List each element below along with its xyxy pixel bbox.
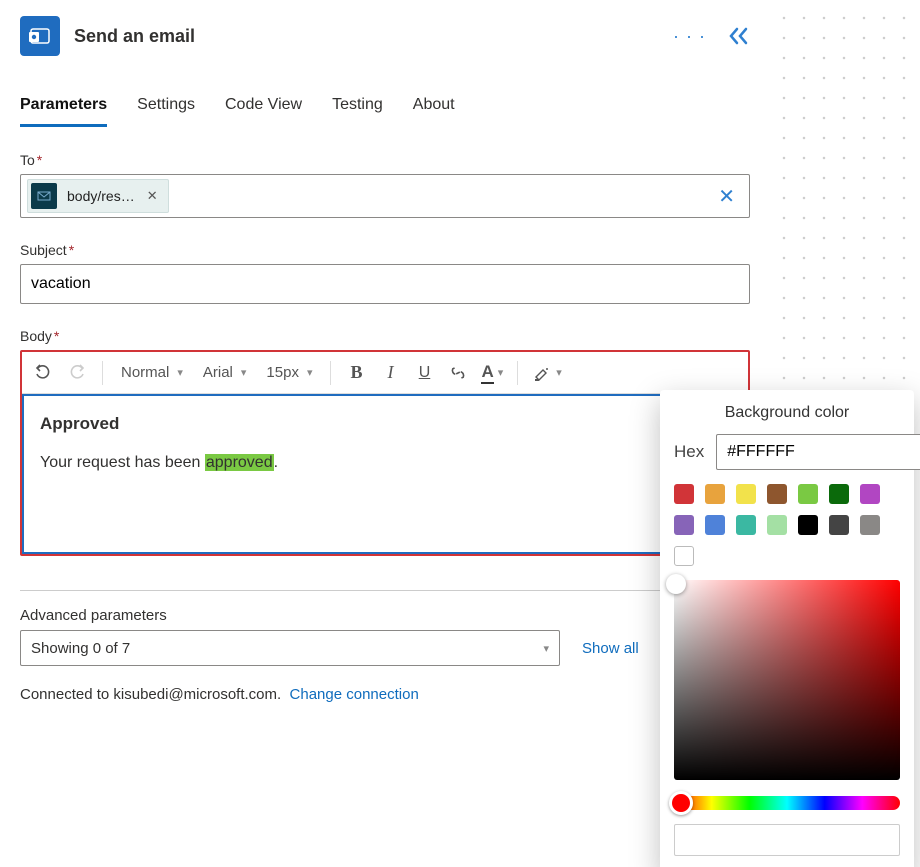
font-select[interactable]: Arial▾ <box>195 358 255 388</box>
saturation-lightness-picker[interactable] <box>674 580 900 780</box>
to-token-label: body/res… <box>67 188 135 204</box>
tabs: Parameters Settings Code View Testing Ab… <box>20 90 750 128</box>
body-editor-wrapper: Normal▾ Arial▾ 15px▾ B I U A▾ <box>20 350 750 556</box>
chevron-down-icon: ▾ <box>241 366 247 379</box>
color-swatch[interactable] <box>860 484 880 504</box>
color-picker-title: Background color <box>674 404 900 422</box>
tab-settings[interactable]: Settings <box>137 90 195 127</box>
alpha-input[interactable] <box>674 824 900 856</box>
color-swatch[interactable] <box>798 515 818 535</box>
to-clear-button[interactable]: ✕ <box>710 184 743 209</box>
more-actions-button[interactable]: · · · <box>669 22 710 51</box>
chevron-down-icon: ▾ <box>556 366 562 379</box>
token-icon <box>31 183 57 209</box>
color-picker-popover: Background color Hex <box>660 390 914 867</box>
connection-info: Connected to kisubedi@microsoft.com. Cha… <box>20 686 750 703</box>
editor-toolbar: Normal▾ Arial▾ 15px▾ B I U A▾ <box>22 352 748 394</box>
outlook-icon <box>20 16 60 56</box>
hue-thumb[interactable] <box>669 791 693 815</box>
advanced-parameters-select[interactable]: Showing 0 of 7 ▾ <box>20 630 560 666</box>
hex-input[interactable] <box>716 434 920 470</box>
divider <box>20 590 750 591</box>
undo-button[interactable] <box>28 358 58 388</box>
color-swatch[interactable] <box>860 515 880 535</box>
format-select[interactable]: Normal▾ <box>113 358 191 388</box>
subject-label: Subject* <box>20 242 750 258</box>
to-input[interactable]: body/res… ✕ ✕ <box>20 174 750 218</box>
advanced-parameters-label: Advanced parameters <box>20 607 750 624</box>
font-color-button[interactable]: A▾ <box>477 358 507 388</box>
bold-button[interactable]: B <box>341 358 371 388</box>
color-swatch-none[interactable] <box>674 546 694 566</box>
hex-label: Hex <box>674 442 704 462</box>
color-swatch[interactable] <box>705 515 725 535</box>
to-label: To* <box>20 152 750 168</box>
subject-input-wrapper <box>20 264 750 304</box>
tab-parameters[interactable]: Parameters <box>20 90 107 127</box>
to-token[interactable]: body/res… ✕ <box>27 179 169 213</box>
color-swatch[interactable] <box>829 515 849 535</box>
body-paragraph: Your request has been approved. <box>40 449 730 476</box>
collapse-panel-button[interactable] <box>728 27 750 45</box>
body-heading: Approved <box>40 410 730 439</box>
sl-thumb[interactable] <box>666 574 686 594</box>
color-swatch[interactable] <box>829 484 849 504</box>
to-token-remove[interactable]: ✕ <box>147 188 158 204</box>
body-label: Body* <box>20 328 750 344</box>
italic-button[interactable]: I <box>375 358 405 388</box>
color-swatches <box>674 484 900 566</box>
redo-button[interactable] <box>62 358 92 388</box>
highlight-color-button[interactable]: ▾ <box>528 358 566 388</box>
tab-testing[interactable]: Testing <box>332 90 383 127</box>
body-editor[interactable]: Approved Your request has been approved. <box>22 394 748 554</box>
chevron-down-icon: ▾ <box>498 366 504 379</box>
highlighted-text: approved <box>205 454 274 471</box>
color-swatch[interactable] <box>767 515 787 535</box>
font-size-select[interactable]: 15px▾ <box>258 358 320 388</box>
link-button[interactable] <box>443 358 473 388</box>
color-swatch[interactable] <box>674 515 694 535</box>
chevron-down-icon: ▾ <box>307 366 313 379</box>
hue-slider[interactable] <box>674 796 900 810</box>
panel-title: Send an email <box>74 26 195 47</box>
color-swatch[interactable] <box>736 515 756 535</box>
subject-input[interactable] <box>27 269 743 299</box>
tab-code-view[interactable]: Code View <box>225 90 302 127</box>
underline-button[interactable]: U <box>409 358 439 388</box>
tab-about[interactable]: About <box>413 90 455 127</box>
chevron-down-icon: ▾ <box>543 642 549 655</box>
action-panel: Send an email · · · Parameters Settings … <box>0 0 770 703</box>
color-swatch[interactable] <box>767 484 787 504</box>
change-connection-link[interactable]: Change connection <box>290 686 419 703</box>
color-swatch[interactable] <box>705 484 725 504</box>
panel-header: Send an email · · · <box>20 16 750 56</box>
color-swatch[interactable] <box>798 484 818 504</box>
show-all-link[interactable]: Show all <box>582 640 639 657</box>
color-swatch[interactable] <box>736 484 756 504</box>
chevron-down-icon: ▾ <box>177 366 183 379</box>
color-swatch[interactable] <box>674 484 694 504</box>
